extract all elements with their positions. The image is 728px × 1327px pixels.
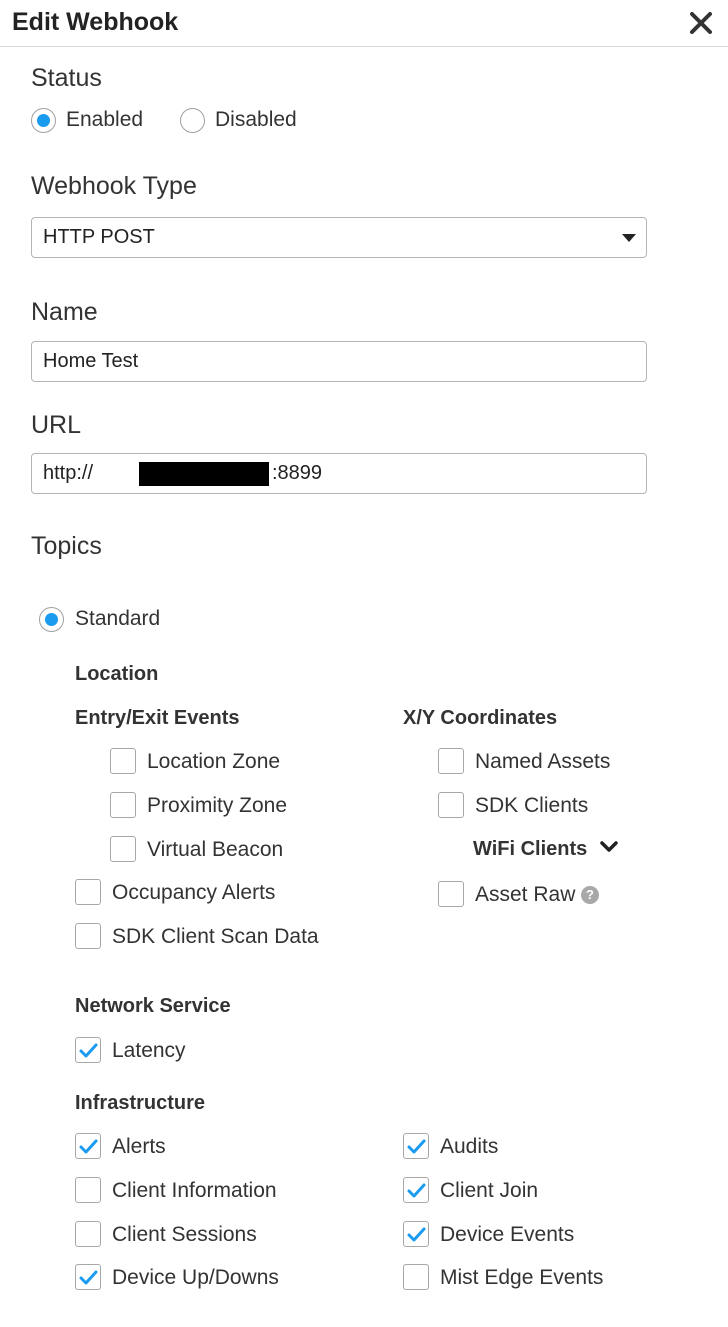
url-input[interactable]: http:// :8899 [31,453,647,494]
checkmark-icon [407,1183,426,1198]
asset-raw-label[interactable]: Asset Raw [475,883,575,907]
url-value-suffix: :8899 [272,462,323,484]
mist-edge-events-checkbox[interactable] [403,1264,429,1290]
name-value: Home Test [43,350,139,372]
occupancy-alerts-label[interactable]: Occupancy Alerts [112,881,275,905]
client-information-label[interactable]: Client Information [112,1179,277,1203]
checkmark-icon [79,1270,98,1285]
audits-checkbox[interactable] [403,1133,429,1159]
sdk-client-scan-data-checkbox[interactable] [75,923,101,949]
checkmark-icon [407,1227,426,1242]
xy-coordinates-heading: X/Y Coordinates [403,707,558,729]
close-icon[interactable] [688,10,714,36]
checkmark-icon [79,1139,98,1154]
webhook-type-value: HTTP POST [43,226,155,248]
status-disabled-label[interactable]: Disabled [215,108,297,132]
status-disabled-radio[interactable] [180,108,205,133]
location-heading: Location [75,663,159,685]
status-enabled-radio[interactable] [31,108,56,133]
latency-label[interactable]: Latency [112,1039,186,1063]
checkmark-icon [79,1043,98,1058]
named-assets-checkbox[interactable] [438,748,464,774]
sdk-client-scan-data-label[interactable]: SDK Client Scan Data [112,925,319,949]
audits-label[interactable]: Audits [440,1135,498,1159]
proximity-zone-label[interactable]: Proximity Zone [147,794,287,818]
caret-down-icon [622,234,636,242]
client-join-label[interactable]: Client Join [440,1179,538,1203]
mist-edge-events-label[interactable]: Mist Edge Events [440,1266,603,1290]
virtual-beacon-checkbox[interactable] [110,836,136,862]
client-information-checkbox[interactable] [75,1177,101,1203]
location-zone-checkbox[interactable] [110,748,136,774]
client-join-checkbox[interactable] [403,1177,429,1203]
dialog-title: Edit Webhook [12,8,179,36]
device-events-checkbox[interactable] [403,1221,429,1247]
network-service-heading: Network Service [75,995,231,1017]
redaction-block [139,462,269,486]
sdk-clients-label[interactable]: SDK Clients [475,794,588,818]
topics-standard-radio[interactable] [39,607,64,632]
name-input[interactable]: Home Test [31,341,647,382]
infrastructure-heading: Infrastructure [75,1092,206,1114]
url-label: URL [31,411,82,439]
topics-standard-label[interactable]: Standard [75,607,160,631]
latency-checkbox[interactable] [75,1037,101,1063]
sdk-clients-checkbox[interactable] [438,792,464,818]
entry-exit-heading: Entry/Exit Events [75,707,240,729]
status-label: Status [31,64,102,92]
device-events-label[interactable]: Device Events [440,1223,574,1247]
asset-raw-checkbox[interactable] [438,881,464,907]
occupancy-alerts-checkbox[interactable] [75,879,101,905]
help-icon[interactable]: ? [581,886,599,904]
status-enabled-label[interactable]: Enabled [66,108,143,132]
alerts-checkbox[interactable] [75,1133,101,1159]
alerts-label[interactable]: Alerts [112,1135,166,1159]
virtual-beacon-label[interactable]: Virtual Beacon [147,838,283,862]
webhook-type-select[interactable]: HTTP POST [31,217,647,258]
name-label: Name [31,298,98,326]
checkmark-icon [407,1139,426,1154]
wifi-clients-toggle[interactable]: WiFi Clients [473,838,587,861]
client-sessions-checkbox[interactable] [75,1221,101,1247]
dialog-header: Edit Webhook [0,0,728,47]
url-value-prefix: http:// [43,462,94,484]
chevron-down-icon[interactable] [599,840,619,854]
named-assets-label[interactable]: Named Assets [475,750,610,774]
webhook-type-label: Webhook Type [31,172,197,200]
topics-label: Topics [31,532,102,560]
location-zone-label[interactable]: Location Zone [147,750,280,774]
client-sessions-label[interactable]: Client Sessions [112,1223,257,1247]
proximity-zone-checkbox[interactable] [110,792,136,818]
device-up-downs-checkbox[interactable] [75,1264,101,1290]
device-up-downs-label[interactable]: Device Up/Downs [112,1266,279,1290]
